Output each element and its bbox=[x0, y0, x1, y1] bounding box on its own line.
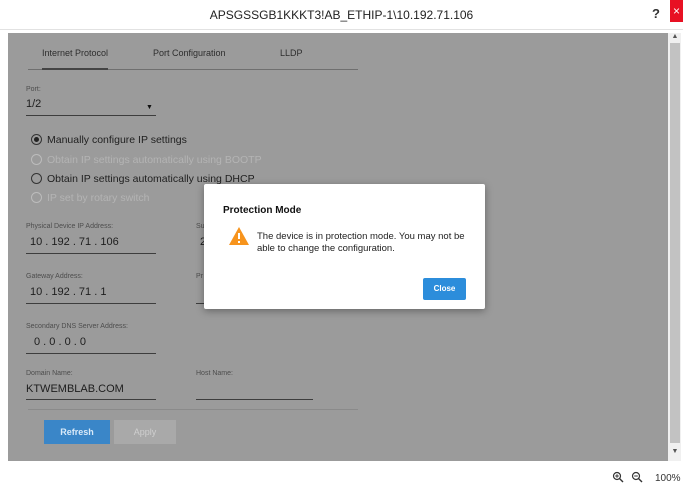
radio-icon[interactable] bbox=[31, 173, 42, 184]
dialog-title: Protection Mode bbox=[223, 205, 302, 216]
tab-port-configuration[interactable]: Port Configuration bbox=[153, 48, 226, 58]
scroll-up-icon[interactable]: ▲ bbox=[670, 33, 680, 43]
gateway-field[interactable]: 10 . 192 . 71 . 1 bbox=[30, 286, 106, 298]
radio-rotary-switch: IP set by rotary switch bbox=[31, 192, 150, 206]
radio-label: Manually configure IP settings bbox=[47, 134, 187, 146]
secondary-dns-label: Secondary DNS Server Address: bbox=[26, 323, 128, 330]
radio-label: IP set by rotary switch bbox=[47, 192, 150, 204]
close-button[interactable]: Close bbox=[423, 278, 466, 300]
port-label: Port: bbox=[26, 86, 41, 93]
chevron-down-icon[interactable]: ▼ bbox=[146, 104, 153, 111]
form-divider bbox=[28, 409, 358, 410]
protection-mode-dialog: Protection Mode The device is in protect… bbox=[204, 184, 485, 309]
domain-name-field[interactable]: KTWEMBLAB.COM bbox=[26, 383, 124, 395]
refresh-button[interactable]: Refresh bbox=[44, 420, 110, 444]
ip-address-underline bbox=[26, 253, 156, 254]
gateway-label: Gateway Address: bbox=[26, 273, 83, 280]
tab-bar: Internet Protocol Port Configuration LLD… bbox=[28, 40, 358, 70]
scrollbar-thumb[interactable] bbox=[670, 43, 680, 443]
host-name-underline bbox=[196, 399, 313, 400]
scroll-down-icon[interactable]: ▼ bbox=[670, 448, 680, 458]
radio-checked-icon[interactable] bbox=[31, 134, 42, 145]
window-title: APSGSSGB1KKKT3!AB_ETHIP-1\10.192.71.106 bbox=[209, 8, 474, 22]
port-select-underline bbox=[26, 115, 156, 116]
title-bar: APSGSSGB1KKKT3!AB_ETHIP-1\10.192.71.106 … bbox=[0, 0, 683, 30]
primary-dns-label: Pr bbox=[196, 273, 203, 280]
gateway-underline bbox=[26, 303, 156, 304]
radio-manual-ip[interactable]: Manually configure IP settings bbox=[31, 134, 187, 148]
radio-icon bbox=[31, 192, 42, 203]
status-bar bbox=[0, 461, 683, 495]
primary-dns-underline bbox=[196, 303, 204, 304]
domain-name-label: Domain Name: bbox=[26, 370, 73, 377]
secondary-dns-underline bbox=[26, 353, 156, 354]
host-name-label: Host Name: bbox=[196, 370, 233, 377]
ip-address-field[interactable]: 10 . 192 . 71 . 106 bbox=[30, 236, 119, 248]
ip-address-label: Physical Device IP Address: bbox=[26, 223, 114, 230]
secondary-dns-field[interactable]: 0 . 0 . 0 . 0 bbox=[34, 336, 86, 348]
window-close-button[interactable]: × bbox=[670, 0, 683, 22]
port-select[interactable]: 1/2 bbox=[26, 98, 41, 110]
domain-name-underline bbox=[26, 399, 156, 400]
radio-label: Obtain IP settings automatically using B… bbox=[47, 154, 262, 166]
dialog-message: The device is in protection mode. You ma… bbox=[257, 231, 465, 254]
zoom-level: 100% bbox=[655, 473, 681, 484]
zoom-in-icon[interactable] bbox=[612, 471, 624, 483]
apply-button: Apply bbox=[114, 420, 176, 444]
tab-lldp[interactable]: LLDP bbox=[280, 48, 303, 58]
radio-icon bbox=[31, 154, 42, 165]
help-button[interactable]: ? bbox=[652, 6, 660, 21]
radio-bootp: Obtain IP settings automatically using B… bbox=[31, 154, 262, 168]
zoom-out-icon[interactable] bbox=[631, 471, 643, 483]
tab-internet-protocol[interactable]: Internet Protocol bbox=[42, 48, 109, 70]
warning-icon bbox=[229, 227, 249, 245]
